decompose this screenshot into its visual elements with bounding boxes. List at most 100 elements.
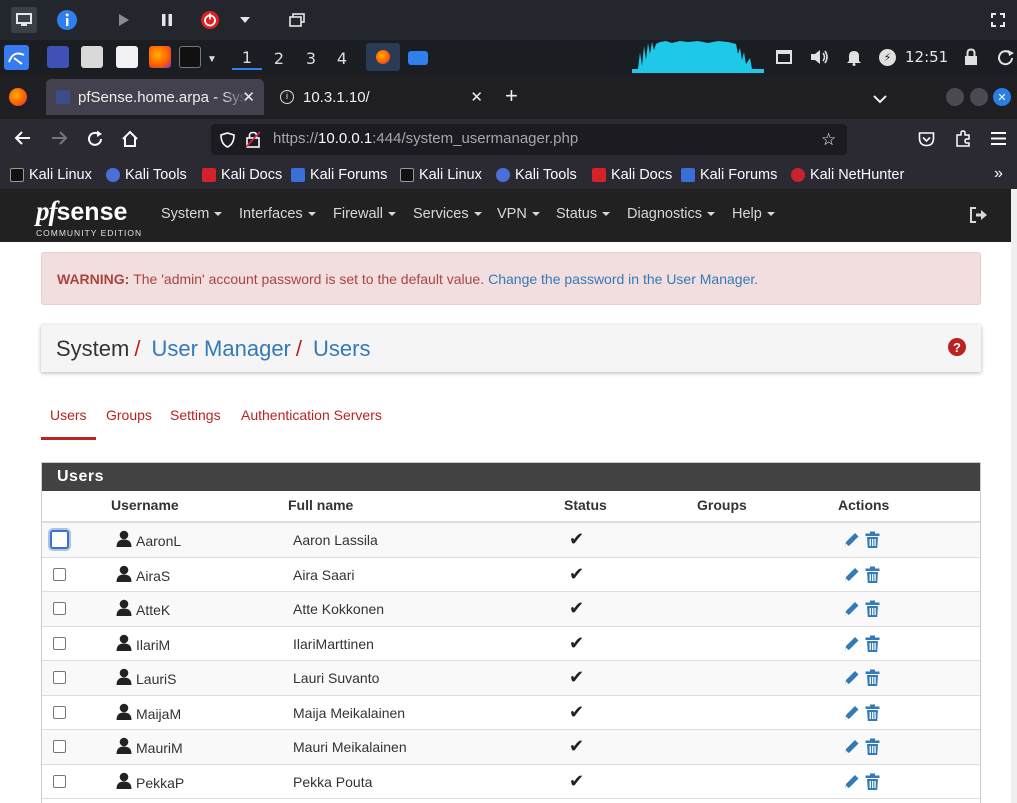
workspace-1[interactable]: 1 xyxy=(232,46,262,70)
change-password-link[interactable]: Change the password in the User Manager. xyxy=(488,271,758,287)
bookmark-star-icon[interactable]: ☆ xyxy=(821,130,836,150)
edit-pencil-icon[interactable] xyxy=(843,566,860,584)
table-row[interactable]: IlariM IlariMarttinen ✔ xyxy=(42,627,980,661)
bookmark-kali-linux[interactable]: Kali Linux xyxy=(10,165,92,185)
table-row[interactable]: MauriM Mauri Meikalainen ✔ xyxy=(42,730,980,765)
volume-icon[interactable] xyxy=(810,48,830,66)
menu-interfaces[interactable]: Interfaces xyxy=(239,206,316,222)
edit-pencil-icon[interactable] xyxy=(843,704,860,722)
bookmark-kali-nethunter[interactable]: Kali NetHunter xyxy=(791,165,904,185)
window-switcher-icon[interactable] xyxy=(776,49,792,65)
terminal-icon[interactable] xyxy=(179,46,201,68)
row-select-checkbox[interactable] xyxy=(53,671,66,684)
chevron-down-icon[interactable]: ▼ xyxy=(207,54,217,65)
dropdown-icon[interactable] xyxy=(232,7,258,33)
edit-pencil-icon[interactable] xyxy=(843,635,860,653)
logout-icon[interactable] xyxy=(969,207,987,228)
menu-firewall[interactable]: Firewall xyxy=(333,206,396,222)
insecure-lock-icon[interactable] xyxy=(245,131,261,152)
shield-icon[interactable] xyxy=(220,132,235,152)
minimize-window-icon[interactable] xyxy=(946,88,964,106)
firefox-view-icon[interactable] xyxy=(9,88,27,106)
kali-menu-icon[interactable] xyxy=(4,45,29,70)
close-window-icon[interactable]: ✕ xyxy=(993,88,1011,106)
row-select-checkbox[interactable] xyxy=(53,705,66,719)
column-username[interactable]: Username xyxy=(111,497,179,513)
desktop-icon[interactable] xyxy=(47,46,69,68)
power-icon[interactable] xyxy=(197,7,223,33)
list-tabs-icon[interactable] xyxy=(873,91,887,104)
table-row[interactable]: AtteK Atte Kokkonen ✔ xyxy=(42,592,980,627)
pfsense-logo[interactable]: pfsense COMMUNITY EDITION xyxy=(36,196,141,238)
column-full-name[interactable]: Full name xyxy=(288,497,353,513)
monitor-icon[interactable] xyxy=(11,7,37,33)
tab-groups[interactable]: Groups xyxy=(106,407,152,423)
more-bookmarks-icon[interactable]: » xyxy=(994,165,1003,183)
edit-pencil-icon[interactable] xyxy=(843,600,860,618)
row-select-checkbox[interactable] xyxy=(53,774,66,788)
delete-trash-icon[interactable] xyxy=(865,566,882,584)
menu-help[interactable]: Help xyxy=(732,206,775,222)
tab-settings[interactable]: Settings xyxy=(170,407,221,423)
page-scrollbar[interactable] xyxy=(1011,189,1017,803)
edit-pencil-icon[interactable] xyxy=(843,669,860,687)
bookmark-kali-docs[interactable]: Kali Docs xyxy=(202,165,282,185)
row-select-checkbox[interactable] xyxy=(53,636,66,650)
forward-icon[interactable] xyxy=(50,130,68,151)
delete-trash-icon[interactable] xyxy=(865,773,882,791)
menu-vpn[interactable]: VPN xyxy=(497,206,540,222)
delete-trash-icon[interactable] xyxy=(865,531,882,549)
power-manager-icon[interactable]: ⚡ xyxy=(879,49,896,66)
edit-pencil-icon[interactable] xyxy=(843,738,860,756)
clock[interactable]: 12:51 xyxy=(905,48,948,66)
reload-icon[interactable] xyxy=(86,130,104,153)
delete-trash-icon[interactable] xyxy=(865,600,882,618)
table-row[interactable]: AaronL Aaron Lassila ✔ xyxy=(42,523,980,558)
tab-users[interactable]: Users xyxy=(41,407,96,440)
info-icon[interactable] xyxy=(54,7,80,33)
menu-system[interactable]: System xyxy=(161,206,223,222)
fullscreen-icon[interactable] xyxy=(985,7,1011,33)
tab-authentication-servers[interactable]: Authentication Servers xyxy=(241,407,382,423)
notification-bell-icon[interactable] xyxy=(846,48,862,66)
url-bar[interactable]: https://10.0.0.1:444/system_usermanager.… xyxy=(211,124,847,155)
new-tab-icon[interactable]: + xyxy=(505,85,518,107)
edit-pencil-icon[interactable] xyxy=(843,531,860,549)
bookmark-kali-tools-2[interactable]: Kali Tools xyxy=(496,165,577,185)
menu-diagnostics[interactable]: Diagnostics xyxy=(627,206,715,222)
edit-pencil-icon[interactable] xyxy=(843,773,860,791)
delete-trash-icon[interactable] xyxy=(865,738,882,756)
menu-status[interactable]: Status xyxy=(556,206,611,222)
close-tab-icon[interactable]: ✕ xyxy=(242,88,255,106)
tab-pfsense[interactable]: pfSense.home.arpa - Syst ✕ xyxy=(46,79,264,115)
app-menu-icon[interactable] xyxy=(991,132,1006,150)
workspace-4[interactable]: 4 xyxy=(327,46,357,70)
maximize-window-icon[interactable] xyxy=(970,88,988,106)
logout-icon[interactable] xyxy=(998,48,1014,66)
tab-10-3-1-10[interactable]: i 10.3.1.10/ ✕ xyxy=(270,79,492,115)
firefox-window-icon[interactable] xyxy=(366,43,400,71)
back-icon[interactable] xyxy=(14,130,32,151)
windows-icon[interactable] xyxy=(284,7,310,33)
workspace-2[interactable]: 2 xyxy=(264,46,294,70)
table-row[interactable]: AiraS Aira Saari ✔ xyxy=(42,558,980,592)
delete-trash-icon[interactable] xyxy=(865,704,882,722)
vm-window-icon[interactable] xyxy=(408,51,428,65)
row-select-checkbox[interactable] xyxy=(50,530,69,549)
workspace-3[interactable]: 3 xyxy=(296,46,326,70)
firefox-launcher-icon[interactable] xyxy=(149,46,171,68)
close-tab-icon[interactable]: ✕ xyxy=(470,88,483,106)
bookmark-kali-linux-2[interactable]: Kali Linux xyxy=(400,165,482,185)
table-row[interactable]: PekkaP Pekka Pouta ✔ xyxy=(42,765,980,799)
row-select-checkbox[interactable] xyxy=(53,740,66,753)
row-select-checkbox[interactable] xyxy=(53,602,66,615)
breadcrumb-users[interactable]: Users xyxy=(313,336,370,362)
lock-icon[interactable] xyxy=(964,48,978,66)
column-status[interactable]: Status xyxy=(564,497,607,513)
table-row[interactable]: MaijaM Maija Meikalainen ✔ xyxy=(42,696,980,730)
home-icon[interactable] xyxy=(121,130,139,153)
help-icon[interactable]: ? xyxy=(948,338,966,356)
delete-trash-icon[interactable] xyxy=(865,669,882,687)
text-editor-icon[interactable] xyxy=(116,46,138,68)
delete-trash-icon[interactable] xyxy=(865,635,882,653)
